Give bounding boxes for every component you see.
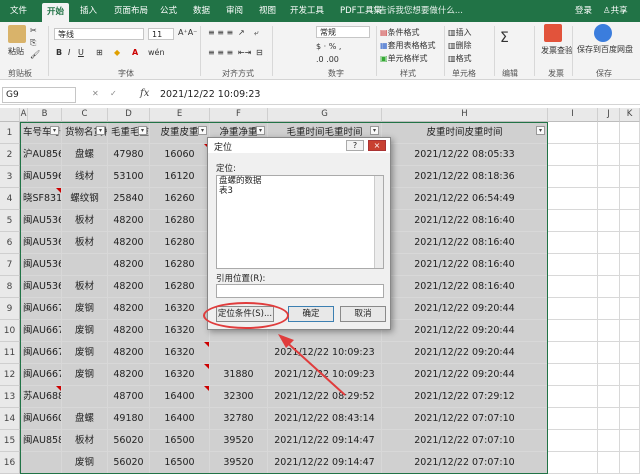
cell-value: 2021/12/22 09:14:47 bbox=[274, 457, 375, 468]
cell-value: 56020 bbox=[113, 457, 144, 468]
cell[interactable]: 2021/12/22 09:14:47 bbox=[268, 452, 382, 474]
cell[interactable] bbox=[548, 452, 598, 474]
cell[interactable] bbox=[20, 452, 62, 474]
row-header[interactable]: 16 bbox=[0, 452, 20, 474]
cell-value: 16500 bbox=[164, 457, 195, 468]
cell-value: 废钢 bbox=[74, 457, 94, 468]
cell[interactable]: 39520 bbox=[210, 452, 268, 474]
cell[interactable]: 16500 bbox=[150, 452, 210, 474]
cell[interactable]: 2021/12/22 07:07:10 bbox=[382, 452, 548, 474]
annotation-arrow bbox=[278, 334, 346, 396]
cell[interactable]: 废钢 bbox=[62, 452, 108, 474]
arrow-line bbox=[281, 337, 346, 396]
cell[interactable]: 56020 bbox=[108, 452, 150, 474]
cell[interactable] bbox=[598, 452, 620, 474]
cell-value: 39520 bbox=[223, 457, 254, 468]
cell-value: 2021/12/22 07:07:10 bbox=[414, 457, 515, 468]
cell[interactable] bbox=[620, 452, 640, 474]
